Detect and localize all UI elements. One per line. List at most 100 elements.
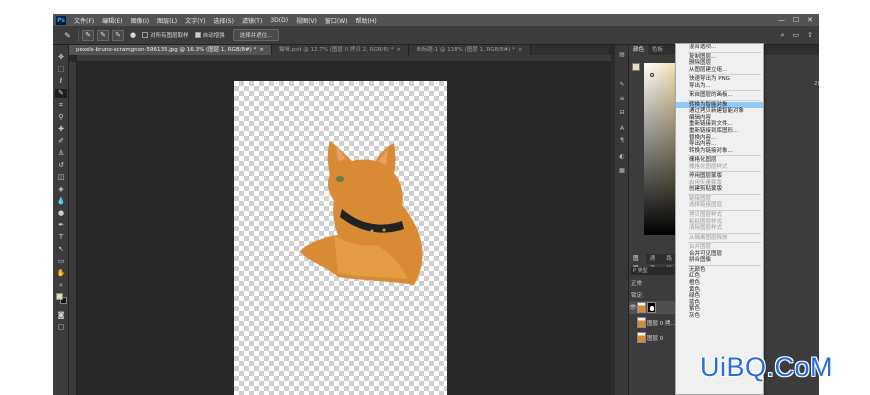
menu-separator	[688, 210, 761, 212]
brush-tool-icon[interactable]: ✐	[55, 137, 67, 146]
tab-layers[interactable]: 图层	[629, 254, 646, 272]
zoom-tool-icon[interactable]: ⌕	[55, 281, 67, 290]
tab-channels[interactable]: 通道	[646, 254, 663, 272]
tab-color[interactable]: 颜色	[629, 45, 649, 55]
select-and-mask-button[interactable]: 选择并遮住...	[232, 29, 280, 41]
close-tab-icon[interactable]: ×	[397, 47, 402, 53]
menu-bar: Ps 文件(F) 编辑(E) 图像(I) 图层(L) 文字(Y) 选择(S) 滤…	[53, 14, 819, 26]
tab-swatches[interactable]: 色板	[648, 45, 667, 55]
context-menu-item[interactable]: 从图层建立组...	[676, 67, 763, 74]
close-tab-icon[interactable]: ×	[259, 47, 264, 53]
eyedropper-tool-icon[interactable]: ⚲	[55, 113, 67, 122]
brush-settings-icon[interactable]: ✎	[618, 81, 626, 89]
add-to-selection-icon[interactable]: ✎	[97, 29, 109, 41]
subtract-selection-icon[interactable]: ✎	[112, 29, 124, 41]
close-button[interactable]: ✕	[807, 16, 813, 24]
workspace-icon[interactable]: ▭	[793, 31, 800, 40]
quick-mask-icon[interactable]: ◙	[55, 311, 67, 320]
menu-window[interactable]: 窗口(W)	[321, 16, 352, 25]
lasso-tool-icon[interactable]: ℓ	[55, 77, 67, 86]
clone-stamp-icon[interactable]: ♙	[55, 149, 67, 158]
layer-row[interactable]: 👁	[629, 301, 679, 314]
history-panel-icon[interactable]: ▤	[618, 51, 626, 59]
layer-mask-thumbnail[interactable]	[647, 302, 656, 313]
paint-bucket-icon[interactable]: ◈	[55, 185, 67, 194]
close-tab-icon[interactable]: ×	[518, 47, 523, 53]
context-menu-item[interactable]: 混合选项...	[676, 44, 763, 51]
context-menu-item[interactable]: 拼合图像	[676, 257, 763, 264]
menu-select[interactable]: 选择(S)	[209, 16, 238, 25]
minimize-button[interactable]: —	[778, 16, 785, 24]
document-canvas[interactable]	[234, 81, 447, 395]
menu-type[interactable]: 文字(Y)	[181, 16, 209, 25]
blend-mode-select[interactable]: 正常	[631, 279, 642, 287]
horizontal-ruler	[77, 55, 611, 62]
panel-icon-strip: ▤ ✎ ≡ ⊟ A ¶ ◐ ▦	[615, 45, 629, 395]
menu-separator	[688, 99, 761, 101]
auto-enhance-checkbox[interactable]	[194, 32, 201, 38]
eye-icon[interactable]: 👁	[629, 304, 637, 311]
pen-tool-icon[interactable]: ✒	[55, 221, 67, 230]
search-icon[interactable]: ⌕	[781, 31, 785, 40]
marquee-tool-icon[interactable]: ⬚	[55, 65, 67, 74]
canvas-area[interactable]	[77, 62, 611, 395]
healing-brush-icon[interactable]: ✚	[55, 125, 67, 134]
new-selection-icon[interactable]: ✎	[82, 29, 94, 41]
menu-view[interactable]: 视图(V)	[292, 16, 321, 25]
layer-filter[interactable]: P 类型	[631, 267, 679, 275]
menu-edit[interactable]: 编辑(E)	[98, 16, 126, 25]
layer-row[interactable]: 图层 0 拷...	[629, 316, 679, 329]
shape-tool-icon[interactable]: ▭	[55, 257, 67, 266]
tools-panel: ✥ ⬚ ℓ ✎ ⌗ ⚲ ✚ ✐ ♙ ↺ ◫ ◈ 💧 ● ✒ T ↖ ▭ ✋ ⌕ …	[53, 45, 69, 395]
context-menu-item[interactable]: 来自图层的画板...	[676, 92, 763, 99]
color-picker-field[interactable]	[644, 63, 676, 235]
sample-all-layers-checkbox[interactable]	[142, 32, 149, 38]
menu-layer[interactable]: 图层(L)	[153, 16, 181, 25]
menu-separator	[688, 51, 761, 53]
history-brush-icon[interactable]: ↺	[55, 161, 67, 170]
hand-tool-icon[interactable]: ✋	[55, 269, 67, 278]
menu-filter[interactable]: 滤镜(T)	[238, 16, 266, 25]
eraser-tool-icon[interactable]: ◫	[55, 173, 67, 182]
character-panel-icon[interactable]: A	[618, 125, 626, 133]
menu-separator	[688, 232, 761, 234]
ps-logo: Ps	[56, 15, 66, 25]
tab-document-1[interactable]: pexels-bruno-scramgnon-596135.jpg @ 16.3…	[69, 45, 272, 55]
context-menu-item[interactable]: 灰色	[676, 313, 763, 320]
brush-size-icon[interactable]: ●	[130, 31, 136, 39]
move-tool-icon[interactable]: ✥	[55, 53, 67, 62]
path-selection-icon[interactable]: ↖	[55, 245, 67, 254]
foreground-color-swatch[interactable]	[56, 293, 63, 300]
tab-document-3[interactable]: 未标题-1 @ 118% (图层 1, RGB/8#) * ×	[409, 45, 531, 55]
context-menu-item[interactable]: 导出为...	[676, 83, 763, 90]
adjustments-icon[interactable]: ≡	[618, 95, 626, 103]
quick-selection-tool-icon[interactable]: ✎	[55, 89, 67, 98]
menu-file[interactable]: 文件(F)	[70, 16, 98, 25]
maximize-button[interactable]: ☐	[793, 16, 799, 24]
color-panel-foreground-swatch[interactable]	[632, 63, 640, 71]
menu-help[interactable]: 帮助(H)	[352, 16, 381, 25]
share-icon[interactable]: ⇧	[807, 31, 813, 40]
styles-panel-icon[interactable]: ◐	[618, 153, 626, 161]
context-menu-item: 清除图层样式	[689, 225, 723, 232]
libraries-icon[interactable]: ▦	[618, 167, 626, 175]
crop-tool-icon[interactable]: ⌗	[55, 101, 67, 110]
screen-mode-icon[interactable]: ▢	[55, 323, 67, 332]
blur-tool-icon[interactable]: 💧	[55, 197, 67, 206]
menu-3d[interactable]: 3D(D)	[266, 17, 292, 24]
dodge-tool-icon[interactable]: ●	[55, 209, 67, 218]
color-picker-cursor[interactable]	[650, 73, 654, 77]
window-controls: — ☐ ✕	[778, 16, 819, 24]
tab-document-2[interactable]: 猫咪.psd @ 12.7% (图层 0 拷贝 2, RGB/8) * ×	[271, 45, 410, 55]
properties-icon[interactable]: ⊟	[618, 109, 626, 117]
context-menu-item[interactable]: 创建剪贴蒙版	[676, 186, 763, 193]
context-menu-item: 选择链接图层	[689, 202, 723, 209]
paragraph-panel-icon[interactable]: ¶	[618, 137, 626, 145]
options-right: ⌕ ▭ ⇧	[781, 31, 819, 40]
layer-row[interactable]: 图层 0	[629, 331, 679, 344]
menu-image[interactable]: 图像(I)	[127, 16, 153, 25]
quick-selection-tool-preset-icon[interactable]: ✎	[57, 28, 79, 42]
context-menu-item: 栅格化图层样式	[689, 163, 728, 170]
type-tool-icon[interactable]: T	[55, 233, 67, 242]
context-menu-item[interactable]: 转换为链接对象...	[676, 148, 763, 155]
